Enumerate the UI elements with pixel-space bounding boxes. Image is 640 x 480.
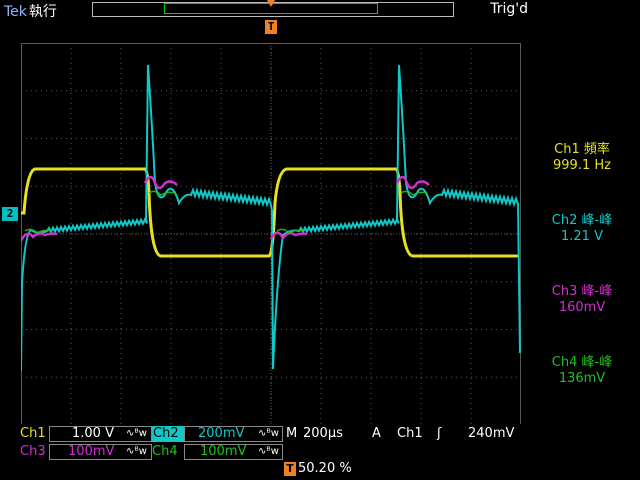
trigger-level[interactable]: 240mV <box>468 426 514 442</box>
measurement-value: 136mV <box>558 371 606 386</box>
ch3-trace <box>21 175 430 242</box>
brand: Tek 執行 <box>4 1 57 21</box>
measurement-ch1-frequency[interactable]: Ch1 頻率 999.1 Hz <box>524 142 640 174</box>
measurement-label: Ch3 峰-峰 <box>551 284 613 299</box>
position-marker: T <box>284 462 296 476</box>
measurement-ch2-pk-pk[interactable]: Ch2 峰-峰 1.21 V <box>524 213 640 245</box>
trigger-mode-label: A <box>372 426 381 441</box>
measurement-value: 160mV <box>558 300 606 315</box>
measurement-value: 999.1 Hz <box>553 158 611 173</box>
trigger-position-icon <box>267 0 275 7</box>
trigger-source[interactable]: Ch1 <box>397 426 423 442</box>
position-percent: 50.20 % <box>298 461 352 476</box>
channel2-ground-marker[interactable]: 2 <box>2 207 18 221</box>
ch2-label: Ch2 <box>153 426 179 441</box>
ch2-coupling-icon: ∿ᴮw <box>258 428 279 439</box>
trigger-marker[interactable]: T <box>265 20 277 34</box>
graticule-gridlines <box>21 43 521 425</box>
trigger-slope-icon[interactable]: ʃ <box>437 426 441 442</box>
ch3-scale: 100mV <box>68 444 115 459</box>
timebase-label: M <box>286 426 298 441</box>
timebase-value[interactable]: 200µs <box>303 426 343 442</box>
ch1-trace <box>21 167 519 258</box>
horizontal-position[interactable]: T 50.20 % <box>284 461 352 476</box>
ch3-label: Ch3 <box>20 444 46 459</box>
measurement-ch3-pk-pk[interactable]: Ch3 峰-峰 160mV <box>524 284 640 316</box>
ch4-scale: 100mV <box>200 444 247 459</box>
measurement-value: 1.21 V <box>561 229 603 244</box>
waveform-display <box>21 43 521 425</box>
ch1-scale: 1.00 V <box>72 426 114 441</box>
brand-logo: Tek <box>4 4 27 20</box>
status-bar: Tek 執行 Trig'd <box>0 0 640 20</box>
ch3-coupling-icon: ∿ᴮw <box>126 446 147 457</box>
measurement-label: Ch4 峰-峰 <box>551 355 613 370</box>
ch1-label: Ch1 <box>20 426 46 441</box>
ch4-label: Ch4 <box>152 444 178 459</box>
ch4-coupling-icon: ∿ᴮw <box>258 446 279 457</box>
measurement-ch4-pk-pk[interactable]: Ch4 峰-峰 136mV <box>524 355 640 387</box>
run-status: 執行 <box>28 4 57 20</box>
measurement-label: Ch2 峰-峰 <box>551 213 613 228</box>
trigger-status: Trig'd <box>490 1 528 17</box>
ch2-scale: 200mV <box>198 426 245 441</box>
measurement-label: Ch1 頻率 <box>554 142 610 157</box>
ch1-coupling-icon: ∿ᴮw <box>126 428 147 439</box>
